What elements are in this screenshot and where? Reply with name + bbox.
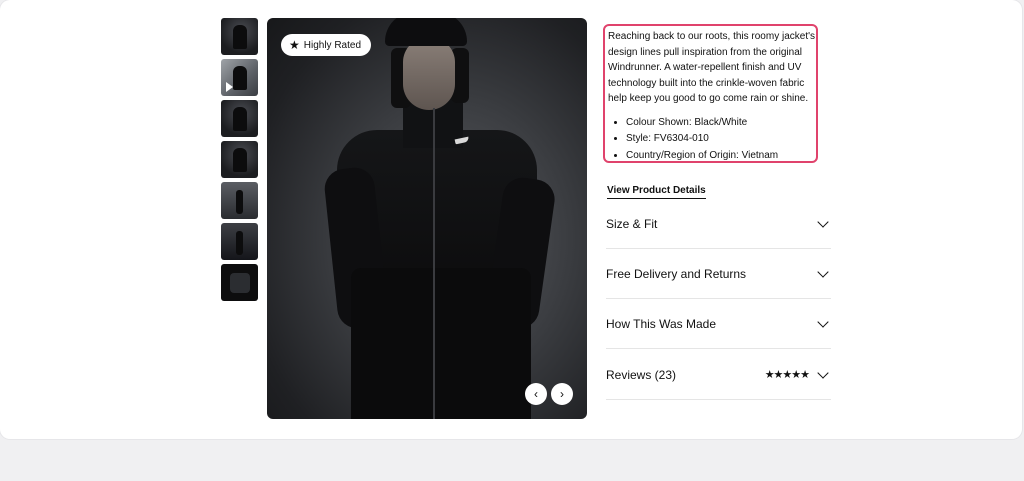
accordion-label: How This Was Made — [606, 316, 717, 331]
accordion-size-fit[interactable]: Size & Fit — [606, 199, 831, 249]
spec-colour: Colour Shown: Black/White — [626, 115, 816, 132]
highly-rated-badge: ★ Highly Rated — [281, 34, 372, 56]
accordion-delivery-returns[interactable]: Free Delivery and Returns — [606, 249, 831, 299]
product-main-image — [267, 18, 587, 419]
thumbnail-4[interactable] — [221, 141, 258, 178]
badge-label: Highly Rated — [303, 39, 362, 51]
thumbnail-2-video[interactable] — [221, 59, 258, 96]
thumbnail-list — [221, 18, 258, 305]
chevron-left-icon: ‹ — [534, 387, 538, 401]
next-image-button[interactable]: › — [551, 383, 573, 405]
thumbnail-3[interactable] — [221, 100, 258, 137]
description-text: Reaching back to our roots, this roomy j… — [608, 31, 816, 104]
product-description: Reaching back to our roots, this roomy j… — [603, 24, 818, 163]
chevron-down-icon — [817, 315, 829, 328]
star-icon: ★ — [289, 38, 300, 52]
accordion-label: Size & Fit — [606, 216, 658, 231]
rating-stars-icon: ★★★★★ — [764, 369, 810, 381]
accordion-how-made[interactable]: How This Was Made — [606, 299, 831, 349]
accordion-reviews[interactable]: Reviews (23) ★★★★★ — [606, 350, 831, 400]
spec-origin: Country/Region of Origin: Vietnam — [626, 148, 816, 165]
play-icon — [226, 82, 233, 92]
thumbnail-1[interactable] — [221, 18, 258, 55]
chevron-down-icon — [817, 265, 829, 278]
chevron-down-icon — [817, 215, 829, 228]
thumbnail-5[interactable] — [221, 182, 258, 219]
spec-style: Style: FV6304-010 — [626, 131, 816, 148]
product-specs-list: Colour Shown: Black/White Style: FV6304-… — [608, 115, 816, 165]
chevron-right-icon: › — [560, 387, 564, 401]
accordion-label: Reviews (23) — [606, 367, 677, 382]
view-product-details-link[interactable]: View Product Details — [607, 185, 706, 199]
chevron-down-icon — [817, 366, 829, 379]
accordion-label: Free Delivery and Returns — [606, 266, 747, 281]
thumbnail-7[interactable] — [221, 264, 258, 301]
thumbnail-6[interactable] — [221, 223, 258, 260]
previous-image-button[interactable]: ‹ — [525, 383, 547, 405]
